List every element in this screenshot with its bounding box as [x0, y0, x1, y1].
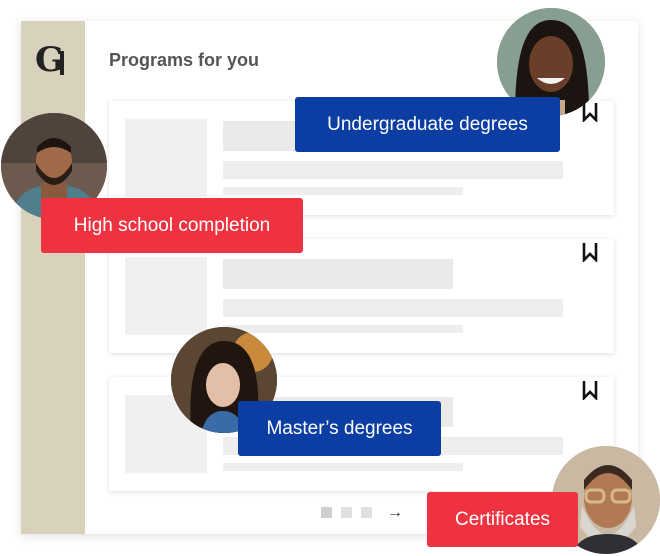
- page-dot-3[interactable]: [361, 507, 372, 518]
- bookmark-icon[interactable]: [582, 242, 598, 262]
- certificates-pill[interactable]: Certificates: [427, 492, 578, 547]
- page-dot-2[interactable]: [341, 507, 352, 518]
- program-subtitle-placeholder: [223, 161, 563, 179]
- logo[interactable]: G: [35, 40, 73, 80]
- page-title: Programs for you: [109, 50, 260, 70]
- masters-degrees-pill[interactable]: Master’s degrees: [238, 401, 441, 456]
- program-meta-placeholder: [223, 463, 463, 471]
- program-card[interactable]: [109, 239, 614, 353]
- arrow-right-icon[interactable]: →: [387, 504, 403, 522]
- program-subtitle-placeholder: [223, 299, 563, 317]
- program-thumbnail-placeholder: [125, 119, 207, 197]
- sidebar: G: [21, 21, 85, 534]
- logo-letter: G: [35, 41, 62, 77]
- bookmark-icon[interactable]: [582, 102, 598, 122]
- program-thumbnail-placeholder: [125, 257, 207, 335]
- program-title-placeholder: [223, 259, 453, 289]
- high-school-completion-pill[interactable]: High school completion: [41, 198, 303, 253]
- program-meta-placeholder: [223, 187, 463, 195]
- bookmark-icon[interactable]: [582, 380, 598, 400]
- program-meta-placeholder: [223, 325, 463, 333]
- undergraduate-degrees-pill[interactable]: Undergraduate degrees: [295, 97, 560, 152]
- page-dot-1[interactable]: [321, 507, 332, 518]
